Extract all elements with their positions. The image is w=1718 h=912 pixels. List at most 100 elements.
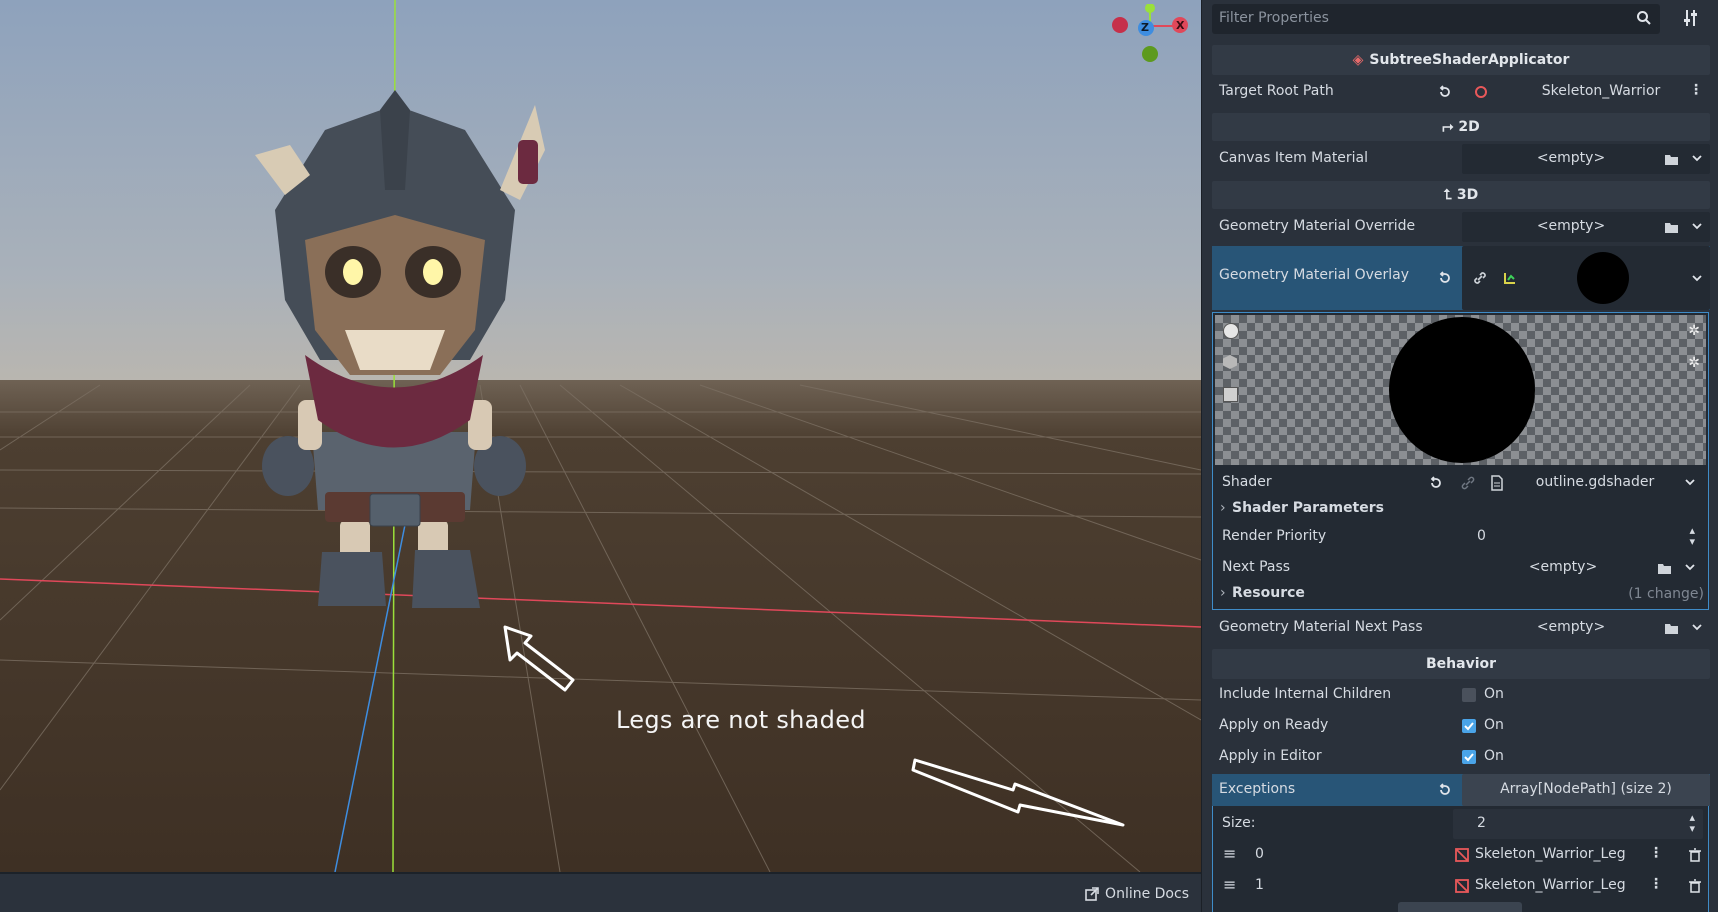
viewport-scene: [0, 0, 1201, 872]
property-label: Render Priority: [1222, 528, 1327, 544]
nodepath-field[interactable]: Skeleton_Warrior_Leg ⋮: [1453, 840, 1665, 870]
add-element-button[interactable]: [1398, 902, 1522, 912]
trash-icon[interactable]: [1688, 879, 1702, 893]
sky: [0, 0, 1201, 380]
property-geometry-material-next-pass: Geometry Material Next Pass <empty>: [1212, 613, 1710, 643]
chevron-down-icon[interactable]: [1691, 220, 1703, 232]
geometry-material-next-pass-field[interactable]: <empty>: [1462, 613, 1710, 643]
load-resource-icon[interactable]: [1664, 152, 1680, 166]
revert-icon[interactable]: [1438, 85, 1452, 99]
array-size-spinbox[interactable]: 2 ▴ ▾: [1453, 809, 1703, 839]
material-preview: ✲ ✲: [1215, 315, 1706, 465]
preview-sphere: [1389, 317, 1535, 463]
trash-icon[interactable]: [1688, 848, 1702, 862]
target-root-path-field[interactable]: Skeleton_Warrior ⋮: [1462, 77, 1710, 107]
array-item: ≡ 1 Skeleton_Warrior_Leg ⋮: [1213, 871, 1708, 901]
light-1-icon[interactable]: ✲: [1688, 323, 1700, 339]
render-priority-spinbox[interactable]: 0 ▴ ▾: [1453, 522, 1703, 552]
apply-on-ready-checkbox[interactable]: [1462, 719, 1476, 733]
property-apply-on-ready: Apply on Ready On: [1212, 711, 1710, 741]
shader-field[interactable]: outline.gdshader: [1453, 468, 1703, 498]
size-label: Size:: [1222, 815, 1256, 831]
checkbox-label: On: [1484, 686, 1504, 702]
load-resource-icon[interactable]: [1657, 561, 1673, 575]
kebab-menu-icon[interactable]: ⋮: [1649, 845, 1663, 861]
group-resource[interactable]: › Resource (1 change): [1213, 581, 1708, 607]
exceptions-array-button[interactable]: Array[NodePath] (size 2): [1462, 774, 1710, 806]
property-label: Exceptions: [1219, 781, 1296, 797]
chevron-down-icon[interactable]: [1684, 476, 1696, 488]
property-include-internal-children: Include Internal Children On: [1212, 680, 1710, 710]
apply-in-editor-checkbox[interactable]: [1462, 750, 1476, 764]
drag-handle-icon[interactable]: ≡: [1223, 875, 1236, 894]
chevron-down-icon[interactable]: [1691, 621, 1703, 633]
property-label: Target Root Path: [1219, 83, 1334, 99]
load-resource-icon[interactable]: [1664, 220, 1680, 234]
canvas-item-material-field[interactable]: <empty>: [1462, 144, 1710, 174]
group-shader-parameters[interactable]: › Shader Parameters: [1213, 496, 1708, 522]
chevron-down-icon[interactable]: [1684, 561, 1696, 573]
section-subtree-shader-applicator[interactable]: ◈ SubtreeShaderApplicator: [1212, 45, 1710, 75]
property-label: Apply in Editor: [1219, 748, 1322, 764]
online-docs-label: Online Docs: [1105, 886, 1189, 902]
property-exceptions[interactable]: Exceptions Array[NodePath] (size 2): [1212, 774, 1710, 806]
load-resource-icon[interactable]: [1664, 621, 1680, 635]
chevron-down-icon[interactable]: [1691, 272, 1703, 284]
spin-arrows-icon[interactable]: ▴ ▾: [1689, 525, 1695, 547]
property-apply-in-editor: Apply in Editor On: [1212, 742, 1710, 772]
array-size-row: Size: 2 ▴ ▾: [1213, 809, 1708, 839]
target-root-path-value: Skeleton_Warrior: [1541, 83, 1661, 99]
bottom-bar: Online Docs: [0, 872, 1201, 912]
inspector-panel: Filter Properties ◈ SubtreeShaderApplicat…: [1201, 0, 1718, 912]
checkbox-label: On: [1484, 748, 1504, 764]
quad-preview-icon[interactable]: [1223, 387, 1238, 402]
check-icon: [1464, 753, 1474, 762]
section-2d[interactable]: ⮣ 2D: [1212, 113, 1710, 141]
revert-icon[interactable]: [1429, 476, 1443, 490]
geometry-material-override-field[interactable]: <empty>: [1462, 212, 1710, 242]
search-icon: [1637, 11, 1651, 25]
property-options-icon[interactable]: [1683, 8, 1699, 28]
chevron-right-icon: ›: [1220, 500, 1226, 516]
3d-viewport[interactable]: Z X Legs are not shaded: [0, 0, 1201, 872]
filter-properties-input[interactable]: Filter Properties: [1212, 4, 1660, 34]
property-label: Apply on Ready: [1219, 717, 1329, 733]
sphere-preview-icon[interactable]: [1223, 323, 1239, 339]
revert-icon[interactable]: [1438, 271, 1452, 285]
gizmo-x-label: X: [1176, 19, 1185, 32]
link-icon[interactable]: [1461, 476, 1475, 490]
gizmo-x-negative[interactable]: [1112, 17, 1128, 33]
check-icon: [1464, 722, 1474, 731]
chevron-down-icon[interactable]: [1691, 152, 1703, 164]
filter-placeholder: Filter Properties: [1219, 10, 1329, 26]
online-docs-link[interactable]: Online Docs: [1085, 886, 1189, 902]
3d-icon: ⮤: [1443, 187, 1452, 203]
mesh-node-icon: [1455, 848, 1469, 862]
section-behavior[interactable]: Behavior: [1212, 649, 1710, 679]
revert-icon[interactable]: [1438, 783, 1452, 797]
gizmo-z-label: Z: [1141, 21, 1149, 34]
include-internal-children-checkbox[interactable]: [1462, 688, 1476, 702]
nodepath-field[interactable]: Skeleton_Warrior_Leg ⋮: [1453, 871, 1665, 901]
kebab-menu-icon[interactable]: ⋮: [1649, 876, 1663, 892]
next-pass-field[interactable]: <empty>: [1453, 553, 1703, 583]
material-preview-thumbnail: [1577, 252, 1629, 304]
group-label: Shader Parameters: [1232, 500, 1384, 516]
property-geometry-material-overlay[interactable]: Geometry Material Overlay: [1212, 246, 1710, 310]
light-2-icon[interactable]: ✲: [1688, 355, 1700, 371]
gizmo-y-negative[interactable]: [1142, 46, 1158, 62]
geometry-material-overlay-field[interactable]: [1462, 246, 1710, 310]
drag-handle-icon[interactable]: ≡: [1223, 844, 1236, 863]
property-value: <empty>: [1528, 559, 1598, 575]
gizmo-y-positive[interactable]: [1145, 4, 1155, 13]
property-label: Geometry Material Overlay: [1219, 267, 1410, 283]
link-icon[interactable]: [1472, 270, 1488, 286]
section-3d-title: 3D: [1456, 187, 1479, 203]
property-label: Shader: [1222, 474, 1272, 490]
spin-arrows-icon[interactable]: ▴ ▾: [1689, 812, 1695, 834]
shader-value: outline.gdshader: [1535, 474, 1655, 490]
kebab-menu-icon[interactable]: ⋮: [1689, 82, 1703, 98]
section-3d[interactable]: ⮤ 3D: [1212, 181, 1710, 209]
view-gizmo[interactable]: Z X: [1108, 4, 1190, 66]
cube-preview-icon[interactable]: [1223, 355, 1237, 369]
